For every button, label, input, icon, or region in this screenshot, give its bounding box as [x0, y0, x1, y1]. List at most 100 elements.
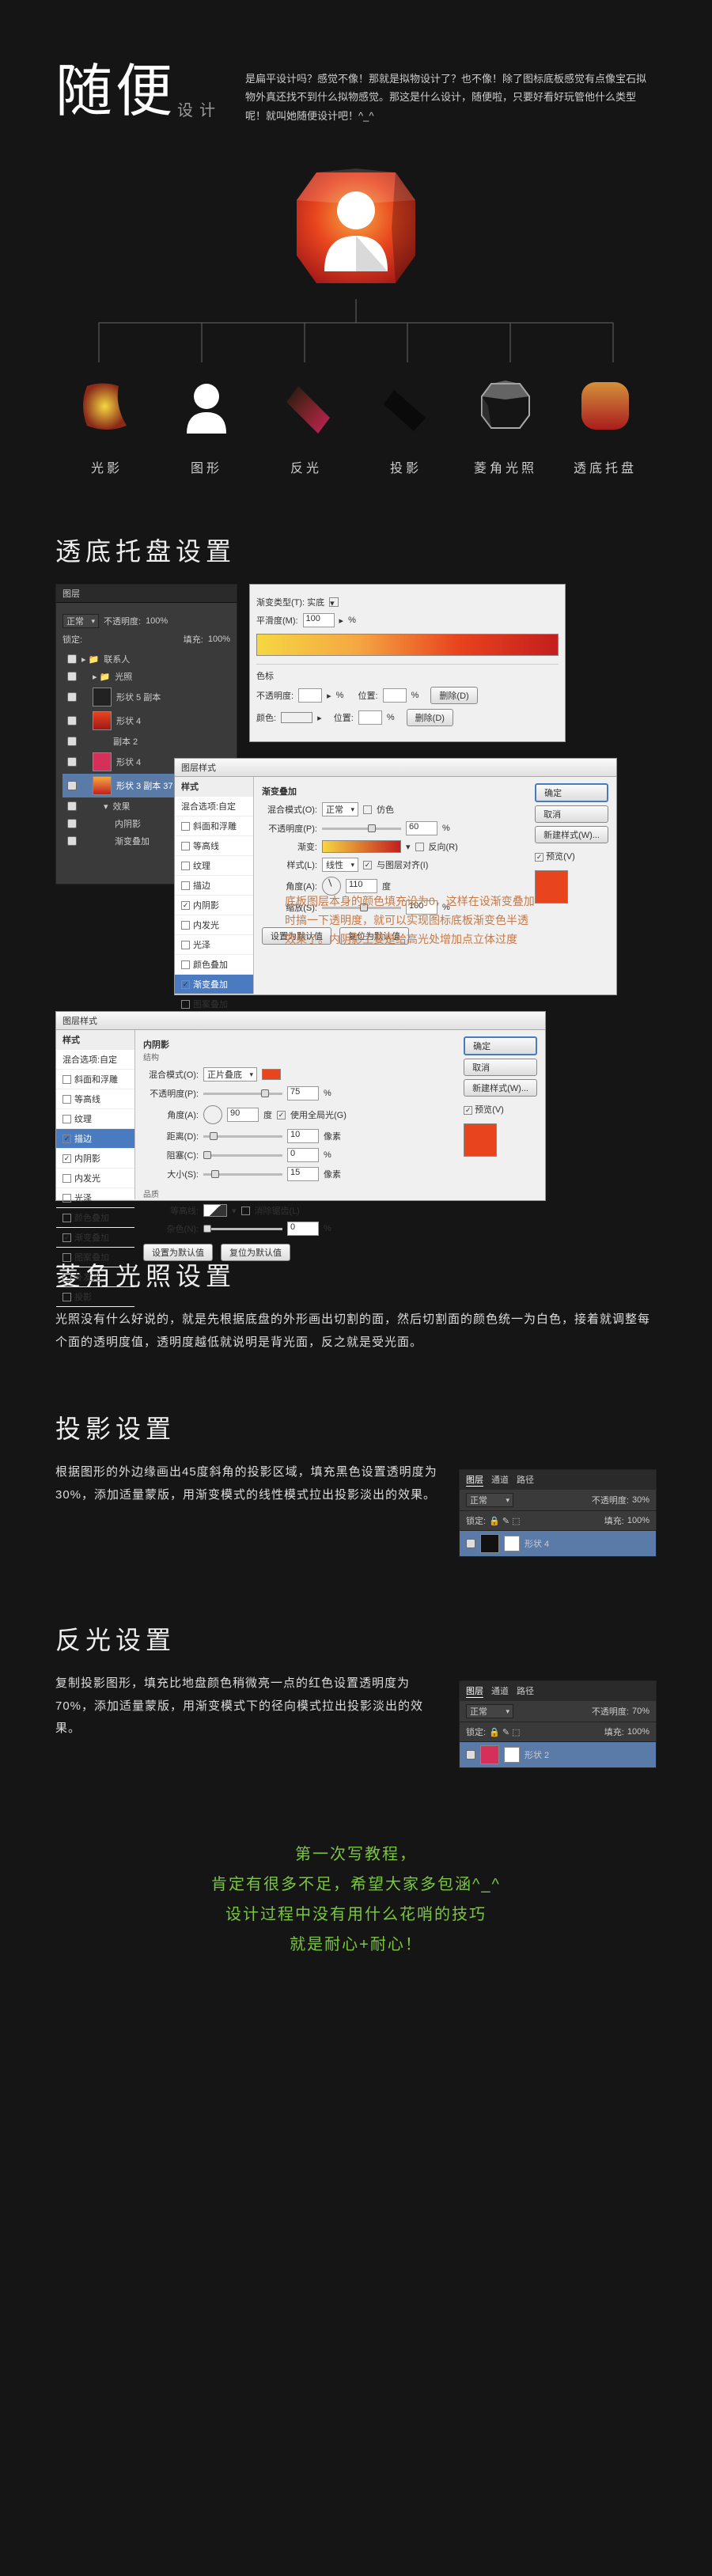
style-item[interactable]: 光泽: [175, 935, 253, 955]
style-item[interactable]: 内发光: [56, 1169, 134, 1188]
checkbox-icon[interactable]: [181, 881, 190, 890]
angle-input[interactable]: 110: [346, 879, 377, 893]
style-item[interactable]: 内阴影: [56, 1149, 134, 1169]
blend-dropdown[interactable]: 正常: [322, 802, 358, 816]
visibility-icon[interactable]: [67, 692, 77, 702]
layer-item[interactable]: 形状 4: [62, 709, 230, 733]
blend-dropdown[interactable]: 正片叠底: [203, 1067, 257, 1082]
layer-item[interactable]: 副本 2: [62, 733, 230, 750]
checkbox-icon[interactable]: [181, 941, 190, 949]
checkbox-icon[interactable]: [181, 842, 190, 850]
style-item[interactable]: 颜色叠加: [175, 955, 253, 975]
style-item[interactable]: 投影: [56, 1287, 134, 1307]
contour-swatch[interactable]: [203, 1204, 227, 1217]
checkbox-icon[interactable]: [181, 1000, 190, 1009]
checkbox-icon[interactable]: [363, 861, 372, 869]
stop-opacity-input[interactable]: [298, 688, 322, 703]
opacity-input[interactable]: 75: [287, 1086, 319, 1100]
tab-paths[interactable]: 路径: [517, 1473, 534, 1487]
checkbox-icon[interactable]: [181, 901, 190, 910]
visibility-icon[interactable]: [67, 737, 77, 746]
spread-input[interactable]: 0: [287, 1148, 319, 1162]
visibility-icon[interactable]: [67, 654, 77, 664]
checkbox-icon[interactable]: [62, 1174, 71, 1183]
checkbox-icon[interactable]: [415, 843, 424, 851]
style-item[interactable]: 混合选项:自定: [56, 1050, 134, 1070]
reset-default-button[interactable]: 复位为默认值: [221, 1244, 290, 1261]
visibility-icon[interactable]: [67, 757, 77, 767]
color-swatch[interactable]: [281, 712, 312, 723]
set-default-button[interactable]: 设置为默认值: [143, 1244, 213, 1261]
visibility-icon[interactable]: [67, 716, 77, 725]
opacity-slider[interactable]: [322, 828, 401, 830]
layer-item[interactable]: ▸ 📁 光照: [62, 668, 230, 685]
checkbox-icon[interactable]: [62, 1233, 71, 1242]
gradient-preview[interactable]: [256, 634, 559, 656]
cancel-button[interactable]: 取消: [535, 805, 608, 823]
checkbox-icon[interactable]: [62, 1115, 71, 1123]
blend-mode-dropdown[interactable]: 正常: [62, 614, 99, 628]
noise-slider[interactable]: [203, 1228, 282, 1230]
visibility-icon[interactable]: [466, 1539, 475, 1548]
noise-input[interactable]: 0: [287, 1222, 319, 1236]
checkbox-icon[interactable]: [241, 1207, 250, 1215]
checkbox-icon[interactable]: [464, 1106, 472, 1115]
tab-layers[interactable]: 图层: [466, 1684, 483, 1698]
tab-layers[interactable]: 图层: [466, 1473, 483, 1487]
checkbox-icon[interactable]: [62, 1273, 71, 1282]
new-style-button[interactable]: 新建样式(W)...: [464, 1079, 537, 1097]
style-item[interactable]: 等高线: [56, 1089, 134, 1109]
checkbox-icon[interactable]: [181, 921, 190, 930]
opacity-input[interactable]: 60: [406, 821, 437, 835]
delete-button[interactable]: 删除(D): [430, 687, 477, 704]
style-item[interactable]: 描边: [175, 876, 253, 896]
style-item-active[interactable]: 渐变叠加: [175, 975, 253, 994]
spread-slider[interactable]: [203, 1154, 282, 1157]
style-item[interactable]: 内阴影: [175, 896, 253, 915]
checkbox-icon[interactable]: [181, 960, 190, 969]
checkbox-icon[interactable]: [62, 1253, 71, 1262]
size-input[interactable]: 15: [287, 1167, 319, 1181]
style-item[interactable]: 光泽: [56, 1188, 134, 1208]
style-item[interactable]: 混合选项:自定: [175, 797, 253, 816]
layer-row[interactable]: 形状 2: [460, 1742, 656, 1767]
new-style-button[interactable]: 新建样式(W)...: [535, 826, 608, 843]
color-swatch[interactable]: [262, 1069, 281, 1080]
layer-folder[interactable]: ▸ 📁 联系人: [62, 650, 230, 668]
cancel-button[interactable]: 取消: [464, 1059, 537, 1076]
layer-row[interactable]: 形状 4: [460, 1531, 656, 1556]
blend-dropdown[interactable]: 正常: [466, 1493, 513, 1507]
layer-item[interactable]: 形状 5 副本: [62, 685, 230, 709]
fill-value[interactable]: 100%: [627, 1516, 650, 1525]
visibility-icon[interactable]: [67, 672, 77, 681]
checkbox-icon[interactable]: [62, 1075, 71, 1084]
dist-slider[interactable]: [203, 1135, 282, 1138]
checkbox-icon[interactable]: [181, 980, 190, 989]
opacity-value[interactable]: 100%: [146, 616, 168, 626]
checkbox-icon[interactable]: [363, 805, 372, 814]
pos-input[interactable]: [358, 710, 382, 725]
dist-input[interactable]: 10: [287, 1129, 319, 1143]
angle-dial[interactable]: [203, 1105, 222, 1124]
delete-button[interactable]: 删除(D): [407, 709, 453, 726]
style-item-active[interactable]: 描边: [56, 1129, 134, 1149]
fill-value[interactable]: 100%: [208, 635, 230, 644]
checkbox-icon[interactable]: [277, 1111, 286, 1119]
visibility-icon[interactable]: [67, 836, 77, 846]
checkbox-icon[interactable]: [62, 1154, 71, 1163]
style-item[interactable]: 外发光: [56, 1267, 134, 1287]
visibility-icon[interactable]: [466, 1750, 475, 1760]
pos-input[interactable]: [383, 688, 407, 703]
style-dropdown[interactable]: 线性: [322, 858, 358, 872]
style-item[interactable]: 图案叠加: [56, 1248, 134, 1267]
angle-input[interactable]: 90: [227, 1108, 259, 1122]
ok-button[interactable]: 确定: [535, 783, 608, 802]
panel-tab[interactable]: 图层: [56, 585, 237, 603]
style-item[interactable]: 等高线: [175, 836, 253, 856]
size-slider[interactable]: [203, 1173, 282, 1176]
visibility-icon[interactable]: [67, 801, 77, 811]
opacity-value[interactable]: 30%: [632, 1495, 650, 1505]
style-item[interactable]: 渐变叠加: [56, 1228, 134, 1248]
opacity-slider[interactable]: [203, 1093, 282, 1095]
checkbox-icon[interactable]: [62, 1293, 71, 1301]
